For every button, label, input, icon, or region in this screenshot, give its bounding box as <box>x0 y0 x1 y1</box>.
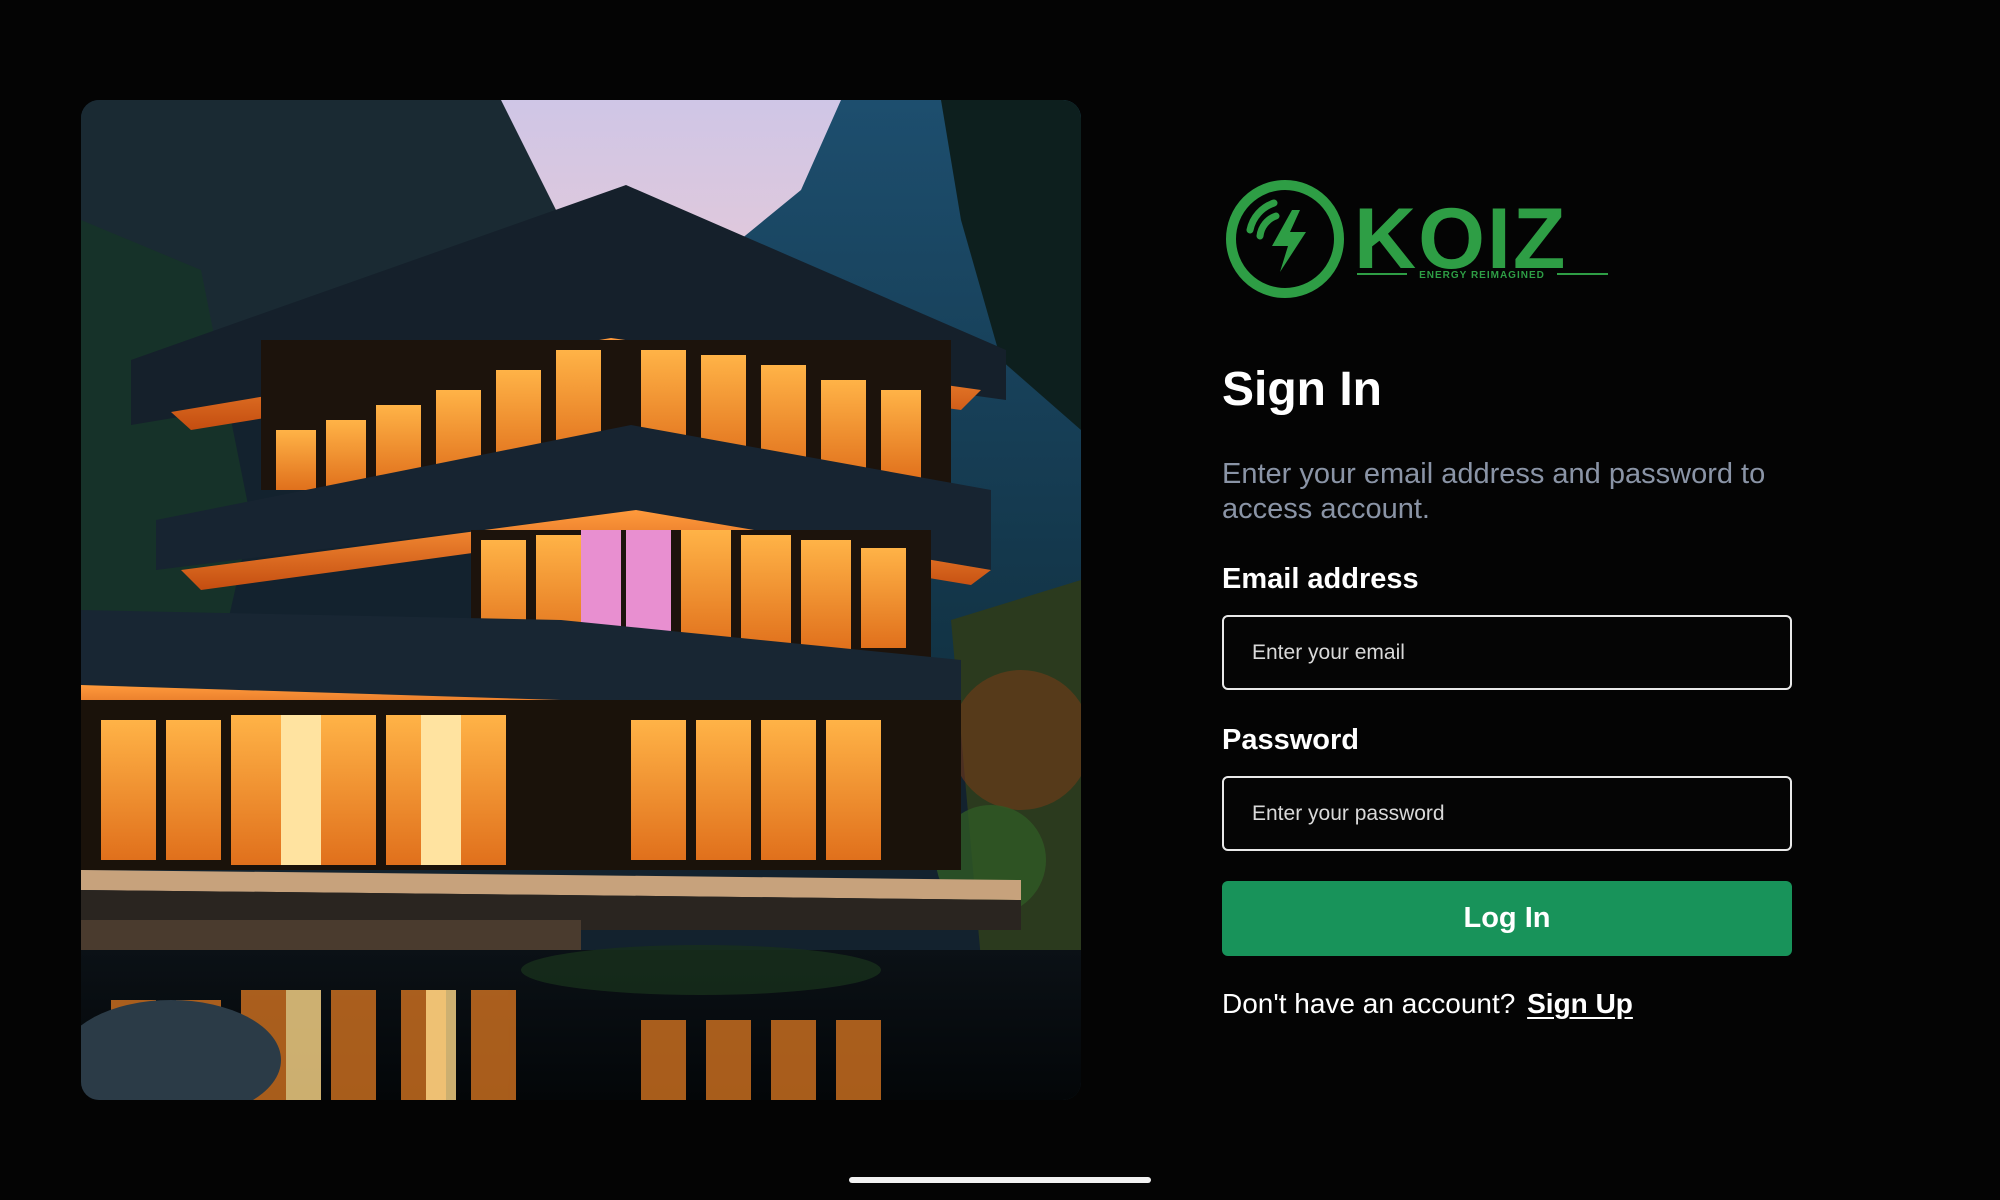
password-label: Password <box>1222 724 1359 756</box>
login-button[interactable]: Log In <box>1222 881 1792 956</box>
logo-tagline: ENERGY REIMAGINED <box>1419 270 1545 281</box>
page-subtitle: Enter your email address and password to… <box>1222 458 1766 525</box>
brand-logo: KOIZ ENERGY REIMAGINED <box>1222 178 1612 300</box>
password-field[interactable] <box>1222 776 1792 851</box>
koiz-logo-icon: KOIZ ENERGY REIMAGINED <box>1226 180 1608 298</box>
email-field[interactable] <box>1222 615 1792 690</box>
page-title: Sign In <box>1222 363 1382 416</box>
signup-link[interactable]: Sign Up <box>1527 988 1633 1019</box>
signup-row: Don't have an account? Sign Up <box>1222 988 1633 1020</box>
house-illustration <box>81 100 1081 1100</box>
signup-prompt: Don't have an account? <box>1222 988 1516 1019</box>
sign-in-screen: KOIZ ENERGY REIMAGINED Sign In Enter you… <box>0 0 2000 1200</box>
home-indicator[interactable] <box>849 1177 1151 1183</box>
hero-image <box>81 100 1081 1100</box>
email-label: Email address <box>1222 563 1419 595</box>
